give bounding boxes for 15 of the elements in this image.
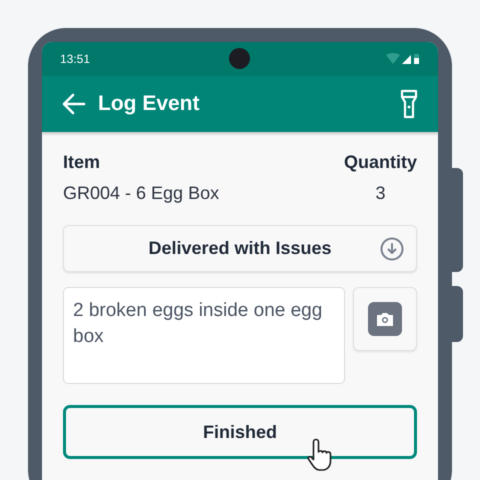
finished-button[interactable]: Finished	[63, 405, 417, 459]
photo-button[interactable]	[353, 287, 417, 351]
back-arrow-icon[interactable]	[62, 93, 86, 115]
flashlight-icon[interactable]	[400, 89, 418, 119]
notes-field[interactable]: 2 broken eggs inside one egg box	[63, 287, 345, 384]
screen-title: Log Event	[98, 92, 200, 116]
column-value: GR004 - 6 Egg Box	[63, 183, 220, 204]
column-heading: Quantity	[344, 152, 417, 173]
column-value: 3	[375, 183, 386, 204]
camera-icon	[368, 302, 402, 336]
column-heading: Item	[63, 152, 102, 173]
status-dropdown[interactable]: Delivered with Issues	[63, 225, 417, 272]
camera-icon	[229, 48, 250, 69]
signal-icon	[386, 53, 420, 65]
status-time: 13:51	[60, 52, 90, 66]
